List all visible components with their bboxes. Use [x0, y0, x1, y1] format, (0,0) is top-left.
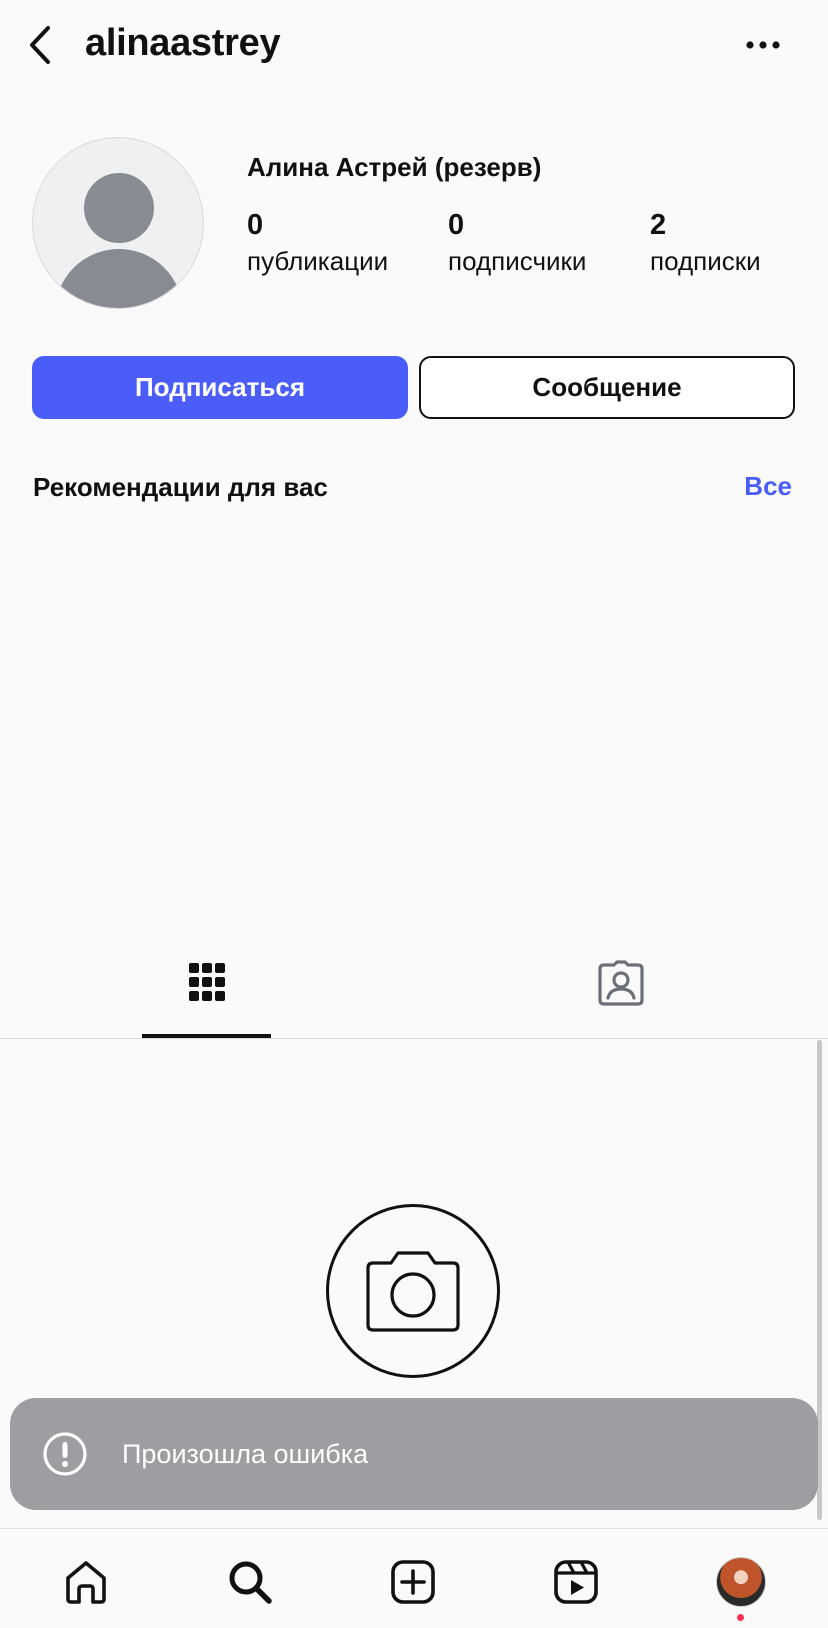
- stat-following-label: подписки: [650, 246, 761, 276]
- recommendations-title: Рекомендации для вас: [33, 472, 328, 502]
- home-icon: [66, 1561, 106, 1604]
- tagged-icon: [598, 960, 644, 1006]
- nav-profile[interactable]: [709, 1550, 773, 1614]
- search-icon: [229, 1561, 272, 1604]
- default-avatar-icon: [55, 173, 183, 308]
- stat-posts-label: публикации: [247, 246, 389, 276]
- see-all-link[interactable]: Все: [744, 471, 792, 502]
- message-button[interactable]: Сообщение: [419, 356, 795, 419]
- alert-circle-icon: [42, 1431, 88, 1477]
- follow-button[interactable]: Подписаться: [32, 356, 408, 419]
- chevron-left-icon: [30, 26, 50, 64]
- more-options-button[interactable]: [738, 28, 788, 62]
- stat-posts-count: 0: [247, 209, 264, 241]
- profile-avatar[interactable]: [32, 137, 204, 309]
- profile-avatar-thumbnail: [716, 1557, 766, 1607]
- stat-posts[interactable]: 0 публикации: [247, 208, 388, 280]
- grid-icon: [189, 963, 225, 1001]
- stat-following[interactable]: 2 подписки: [650, 208, 761, 280]
- more-horizontal-icon: [746, 41, 780, 49]
- camera-icon: [366, 1251, 460, 1332]
- tab-posts-grid[interactable]: [142, 960, 272, 1038]
- profile-username: alinaastrey: [85, 22, 281, 64]
- stat-followers-count: 0: [448, 209, 465, 241]
- profile-full-name: Алина Астрей (резерв): [247, 152, 542, 182]
- error-toast[interactable]: Произошла ошибка: [10, 1398, 818, 1510]
- bottom-nav-divider: [0, 1528, 828, 1529]
- nav-create[interactable]: [381, 1550, 445, 1614]
- stat-followers[interactable]: 0 подписчики: [448, 208, 586, 280]
- stat-following-count: 2: [650, 209, 667, 241]
- reels-icon: [554, 1560, 598, 1604]
- back-button[interactable]: [20, 20, 60, 70]
- nav-search[interactable]: [218, 1550, 282, 1614]
- error-toast-message: Произошла ошибка: [122, 1438, 369, 1469]
- profile-page: alinaastrey Алина Астрей (резерв) 0 публ…: [0, 0, 828, 1628]
- nav-home[interactable]: [54, 1550, 118, 1614]
- stat-followers-label: подписчики: [448, 246, 587, 276]
- empty-posts-placeholder: [326, 1204, 500, 1378]
- tabs-divider: [0, 1038, 828, 1039]
- nav-reels[interactable]: [544, 1550, 608, 1614]
- create-icon: [391, 1560, 435, 1604]
- top-bar: alinaastrey: [0, 0, 828, 90]
- tab-tagged[interactable]: [556, 960, 686, 1038]
- notification-dot: [737, 1614, 744, 1621]
